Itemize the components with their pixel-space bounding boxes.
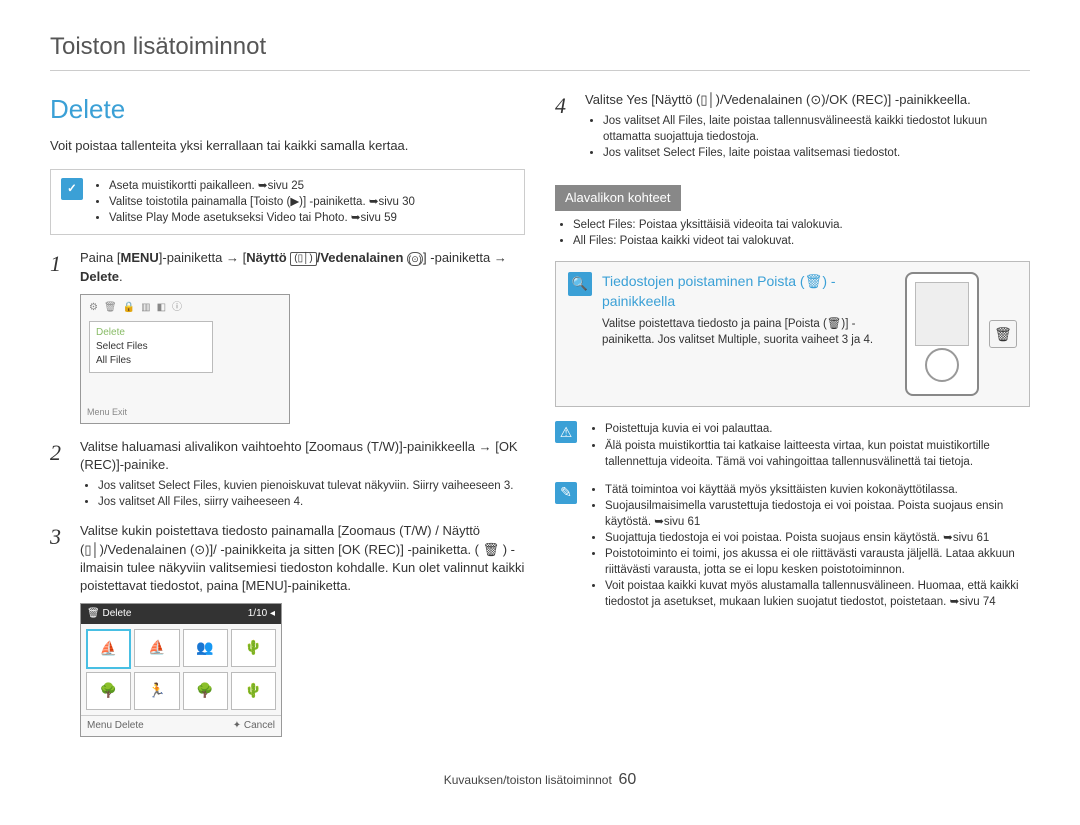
menu-pane: Delete Select Files All Files: [89, 321, 213, 373]
menu-screenshot: ⚙ 🗑 🔒 ▥ ◧ ⓘ Delete Select Files All File…: [80, 294, 290, 424]
text: Paina [: [80, 250, 120, 265]
info-icon: ⓘ: [172, 301, 182, 315]
list-item: Tätä toimintoa voi käyttää myös yksittäi…: [605, 482, 1030, 498]
menu-item: Select Files: [96, 340, 206, 354]
text: ] -painiketta →: [423, 250, 507, 265]
text: Menu: [87, 407, 110, 417]
text: 🗑 Delete: [87, 607, 131, 621]
list-item: Jos valitset Select Files, kuvien pienoi…: [98, 478, 525, 494]
screenshot-footer: Menu Exit: [87, 406, 127, 419]
page-footer: Kuvauksen/toiston lisätoiminnot 60: [50, 761, 1030, 791]
lock-icon: 🔒: [123, 301, 135, 315]
text-bold: Näyttö: [246, 250, 286, 265]
icon: ▥: [141, 301, 150, 315]
step-number: 2: [50, 438, 70, 515]
underwater-icon: (⊙): [407, 252, 423, 266]
list-item: Select Files: Poistaa yksittäisiä videoi…: [573, 217, 1030, 233]
footer-text: Kuvauksen/toiston lisätoiminnot: [444, 773, 612, 787]
thumbnail: ⛵: [86, 629, 131, 669]
check-icon: ✓: [61, 178, 83, 200]
submenu-header: Alavalikon kohteet: [555, 185, 681, 211]
trash-icon: 🗑: [104, 301, 117, 315]
step-2: 2 Valitse haluamasi alivalikon vaihtoeht…: [50, 438, 525, 515]
menu-item: All Files: [96, 354, 206, 368]
list-item: Älä poista muistikorttia tai katkaise la…: [605, 438, 1030, 470]
step-3: 3 Valitse kukin poistettava tiedosto pai…: [50, 522, 525, 595]
text: Menu Delete: [87, 719, 144, 733]
list-item: All Files: Poistaa kaikki videot tai val…: [573, 233, 1030, 249]
step-number: 3: [50, 522, 70, 595]
note-list: Tätä toimintoa voi käyttää myös yksittäi…: [587, 482, 1030, 611]
tip-body: Valitse poistettava tiedosto ja paina [P…: [602, 316, 895, 348]
text: .: [119, 269, 123, 284]
step-body: Paina [MENU]-painiketta → [Näyttö (▯│)/V…: [80, 249, 525, 285]
warning-note: Poistettuja kuvia ei voi palauttaa. Älä …: [555, 421, 1030, 469]
screenshot-topbar: ⚙ 🗑 🔒 ▥ ◧ ⓘ: [85, 299, 285, 317]
info-note: Tätä toimintoa voi käyttää myös yksittäi…: [555, 482, 1030, 611]
list-item: Jos valitset Select Files, laite poistaa…: [603, 145, 1030, 161]
list-item: Poistettuja kuvia ei voi palauttaa.: [605, 421, 1030, 437]
left-column: Delete Voit poistaa tallenteita yksi ker…: [50, 91, 525, 752]
list-item: Poistotoiminto ei toimi, jos akussa ei o…: [605, 546, 1030, 578]
text-bold: MENU: [120, 250, 158, 265]
icon: ◧: [157, 301, 166, 315]
gear-icon: ⚙: [89, 301, 98, 315]
menu-title: Delete: [96, 326, 206, 340]
page-number: 60: [618, 771, 636, 788]
list-item: Jos valitset All Files, siirry vaiheesee…: [98, 494, 525, 510]
tip-card: 🔍 Tiedostojen poistaminen Poista (🗑) -pa…: [555, 261, 1030, 407]
list-item: Suojausilmaisimella varustettuja tiedost…: [605, 498, 1030, 530]
list-item: Jos valitset All Files, laite poistaa ta…: [603, 113, 1030, 145]
gallery-footer: Menu Delete ✦ Cancel: [81, 715, 281, 736]
step-bullets: Jos valitset Select Files, kuvien pienoi…: [80, 478, 525, 510]
note-icon: [555, 482, 577, 504]
step-bullets: Jos valitset All Files, laite poistaa ta…: [585, 113, 1030, 161]
thumbnail-grid: ⛵ ⛵ 👥 🌵 🌳 🏃 🌳 🌵: [81, 624, 281, 715]
text: Valitse haluamasi alivalikon vaihtoehto …: [80, 439, 518, 472]
submenu-list: Select Files: Poistaa yksittäisiä videoi…: [555, 217, 1030, 249]
intro-text: Voit poistaa tallenteita yksi kerrallaan…: [50, 137, 525, 155]
thumbnail: ⛵: [134, 629, 179, 667]
device-illustration: [905, 272, 979, 396]
step-number: 4: [555, 91, 575, 165]
prereq-list: Aseta muistikortti paikalleen. ➥sivu 25 …: [93, 178, 415, 226]
thumbnail: 🌳: [183, 672, 228, 710]
gallery-topbar: 🗑 Delete 1/10 ◂: [81, 604, 281, 624]
warning-icon: [555, 421, 577, 443]
step-body: Valitse kukin poistettava tiedosto paina…: [80, 522, 525, 595]
thumbnail: 🌵: [231, 672, 276, 710]
text: Valitse Yes [Näyttö (▯│)/Vedenalainen (⊙…: [585, 92, 971, 107]
thumbnail: 🌵: [231, 629, 276, 667]
note-list: Poistettuja kuvia ei voi palauttaa. Älä …: [587, 421, 1030, 469]
step-4: 4 Valitse Yes [Näyttö (▯│)/Vedenalainen …: [555, 91, 1030, 165]
right-column: 4 Valitse Yes [Näyttö (▯│)/Vedenalainen …: [555, 91, 1030, 752]
list-item: Valitse Play Mode asetukseksi Video tai …: [109, 210, 415, 226]
text-bold: Delete: [80, 269, 119, 284]
step-body: Valitse Yes [Näyttö (▯│)/Vedenalainen (⊙…: [585, 91, 1030, 165]
delete-button-icon: 🗑: [989, 320, 1017, 348]
text: ]-painiketta → [: [159, 250, 246, 265]
thumbnail: 🏃: [134, 672, 179, 710]
thumbnail: 👥: [183, 629, 228, 667]
page-header: Toiston lisätoiminnot: [50, 30, 1030, 71]
text: Exit: [112, 407, 127, 417]
step-body: Valitse haluamasi alivalikon vaihtoehto …: [80, 438, 525, 515]
list-item: Voit poistaa kaikki kuvat myös alustamal…: [605, 578, 1030, 610]
display-icon: (▯│): [290, 252, 316, 266]
step-1: 1 Paina [MENU]-painiketta → [Näyttö (▯│)…: [50, 249, 525, 285]
tip-text: Tiedostojen poistaminen Poista (🗑) -pain…: [602, 272, 895, 396]
text: ✦ Cancel: [233, 719, 275, 733]
text-bold: /Vedenalainen: [317, 250, 404, 265]
thumbnail: 🌳: [86, 672, 131, 710]
text: 1/10 ◂: [248, 607, 275, 621]
magnify-icon: 🔍: [568, 272, 592, 296]
list-item: Aseta muistikortti paikalleen. ➥sivu 25: [109, 178, 415, 194]
list-item: Valitse toistotila painamalla [Toisto (▶…: [109, 194, 415, 210]
tip-title: Tiedostojen poistaminen Poista (🗑) -pain…: [602, 272, 895, 311]
section-title: Delete: [50, 91, 525, 127]
prerequisites-box: ✓ Aseta muistikortti paikalleen. ➥sivu 2…: [50, 169, 525, 235]
list-item: Suojattuja tiedostoja ei voi poistaa. Po…: [605, 530, 1030, 546]
gallery-screenshot: 🗑 Delete 1/10 ◂ ⛵ ⛵ 👥 🌵 🌳 🏃 🌳 🌵 Menu Del…: [80, 603, 282, 737]
step-number: 1: [50, 249, 70, 285]
